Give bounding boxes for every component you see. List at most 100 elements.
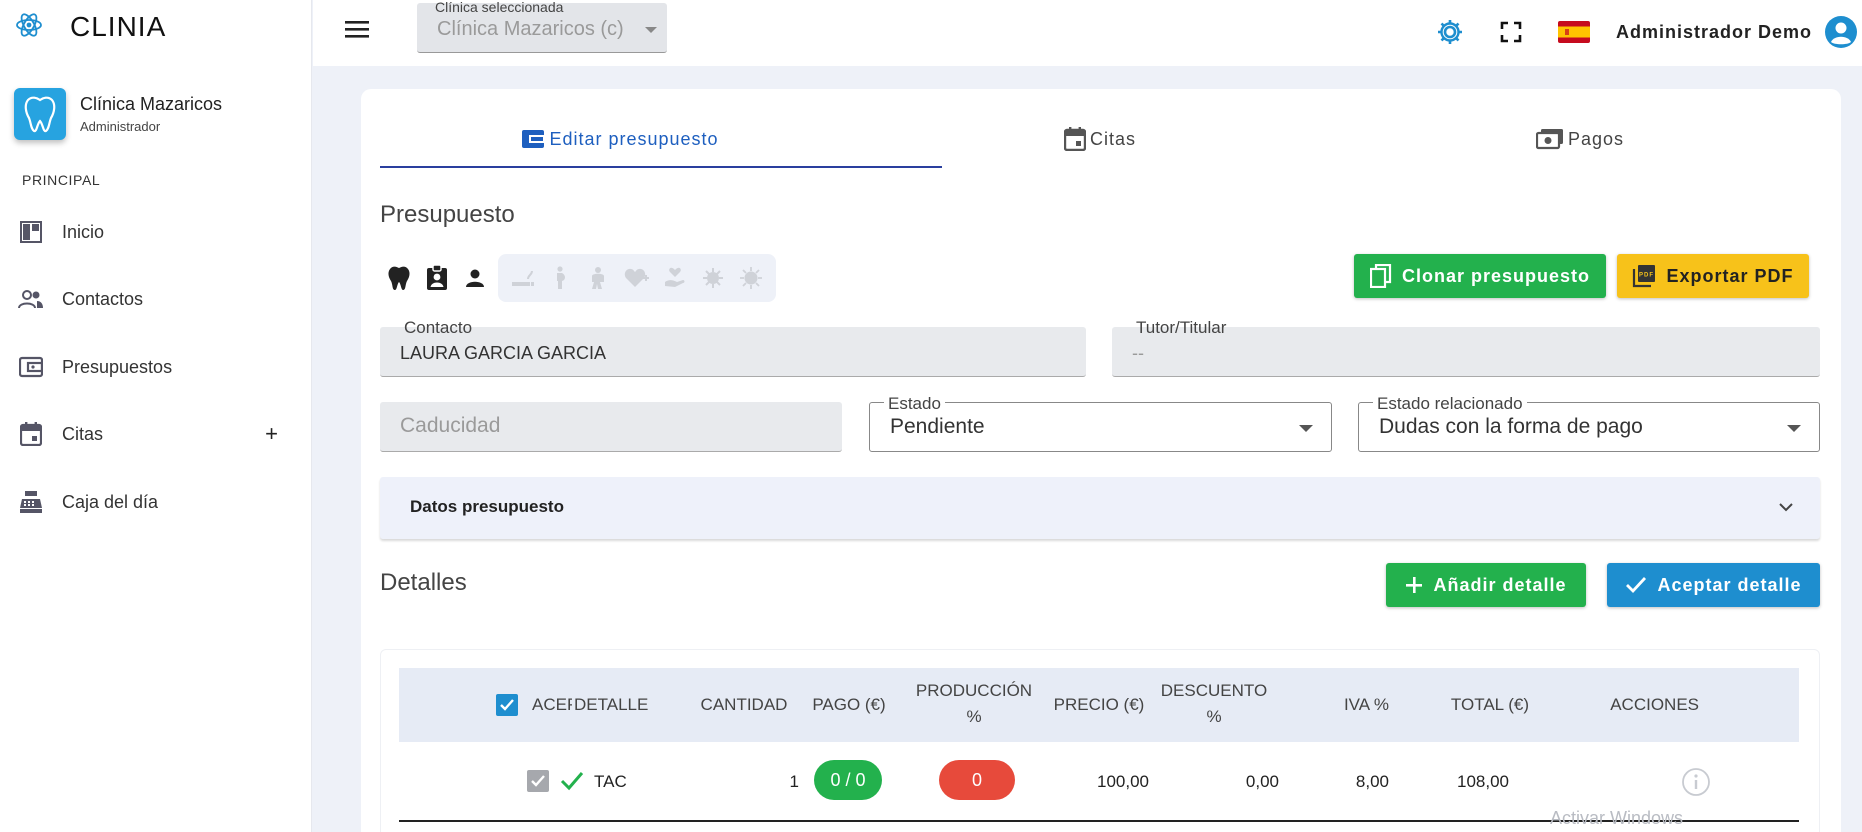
cell-descuento: 0,00	[1245, 772, 1279, 791]
add-detail-button[interactable]: Añadir detalle	[1386, 563, 1586, 607]
sidebar-item-contactos[interactable]: Contactos	[18, 279, 288, 319]
tooth-logo-icon	[14, 88, 66, 140]
header-actions: Administrador Demo	[1436, 12, 1862, 52]
header-pago: PAGO (€)	[812, 695, 886, 714]
header-descuento-unit: %	[1206, 707, 1222, 726]
field-label: Estado	[884, 394, 945, 414]
brand[interactable]: CLINIA	[14, 8, 166, 46]
sidebar-item-presupuestos[interactable]: Presupuestos	[18, 347, 288, 387]
atom-icon	[14, 10, 44, 45]
contact-field[interactable]: Contacto LAURA GARCIA GARCIA	[380, 318, 1086, 377]
caret-down-icon	[1299, 425, 1313, 432]
accept-detail-button[interactable]: Aceptar detalle	[1607, 563, 1820, 607]
main-card: Editar presupuesto Citas Pagos Presupues…	[361, 89, 1841, 832]
dashboard-icon	[18, 219, 44, 245]
spain-flag-icon[interactable]	[1557, 21, 1590, 43]
header-produccion: PRODUCCIÓN	[915, 681, 1033, 700]
wallet-icon	[18, 354, 44, 380]
caducidad-placeholder: Caducidad	[400, 414, 501, 437]
caducidad-field[interactable]: Caducidad	[380, 402, 842, 452]
tab-label: Pagos	[1567, 128, 1625, 149]
tabs: Editar presupuesto Citas Pagos	[380, 119, 1820, 159]
sidebar-item-label: Citas	[62, 423, 104, 444]
section-title: PRINCIPAL	[22, 172, 101, 188]
pdf-icon: PDF	[1632, 264, 1656, 288]
fullscreen-icon[interactable]	[1500, 21, 1522, 43]
user-name[interactable]: Administrador Demo	[1616, 22, 1812, 43]
export-pdf-button[interactable]: PDF Exportar PDF	[1617, 254, 1809, 298]
check-icon	[1625, 576, 1647, 594]
clinic-select-value: Clínica Mazaricos (c)	[437, 18, 624, 40]
clinic-select[interactable]: Clínica seleccionada Clínica Mazaricos (…	[417, 0, 667, 53]
tab-citas[interactable]: Citas	[860, 119, 1340, 159]
smoking-icon	[504, 254, 542, 302]
sidebar-item-label: Inicio	[62, 221, 105, 242]
button-label: Exportar PDF	[1666, 265, 1794, 286]
calendar-icon	[1063, 127, 1086, 151]
cell-cantidad: 1	[789, 772, 799, 791]
header-produccion-unit: %	[966, 707, 982, 726]
estado-relacionado-select[interactable]: Estado relacionado Dudas con la forma de…	[1358, 394, 1820, 452]
sidebar-item-label: Presupuestos	[62, 356, 173, 377]
select-all-checkbox[interactable]	[496, 694, 518, 716]
tab-editar-presupuesto[interactable]: Editar presupuesto	[380, 119, 860, 159]
cell-iva: 8,00	[1355, 772, 1389, 791]
sidebar-item-caja[interactable]: Caja del día	[18, 482, 288, 522]
windows-activation-watermark: Activar Windows	[1550, 808, 1684, 828]
tutor-field[interactable]: Tutor/Titular --	[1112, 318, 1820, 377]
cell-precio: 100,00	[1097, 772, 1149, 791]
clinic-role: Administrador	[80, 119, 161, 134]
caret-down-icon	[1787, 425, 1801, 432]
tab-pagos[interactable]: Pagos	[1340, 119, 1820, 159]
chevron-down-icon	[1778, 499, 1794, 517]
field-label: Tutor/Titular	[1136, 318, 1227, 337]
header-acciones: ACCIONES	[1610, 695, 1699, 714]
detalles-table: ACEP DETALLE CANTIDAD PAGO (€) PRODUCCIÓ…	[380, 649, 1820, 832]
brand-name: CLINIA	[70, 11, 167, 42]
active-tab-indicator	[380, 166, 942, 168]
person-icon[interactable]	[456, 254, 494, 302]
header-detalle: DETALLE	[574, 695, 649, 714]
header-precio: PRECIO (€)	[1053, 695, 1145, 714]
people-icon	[18, 286, 44, 312]
button-label: Añadir detalle	[1433, 574, 1567, 595]
cash-register-icon	[18, 489, 44, 515]
datos-presupuesto-accordion[interactable]: Datos presupuesto	[380, 477, 1820, 539]
row-checkbox[interactable]	[527, 770, 549, 792]
sidebar-item-citas[interactable]: Citas +	[18, 414, 288, 454]
gear-icon[interactable]	[1436, 18, 1464, 46]
sidebar-item-inicio[interactable]: Inicio	[18, 212, 288, 252]
copy-icon	[1369, 264, 1392, 288]
sidebar: CLINIA Clínica Mazaricos Administrador P…	[0, 0, 312, 832]
estado-value: Pendiente	[890, 415, 985, 438]
pago-badge[interactable]: 0 / 0	[814, 760, 882, 800]
info-icon[interactable]	[1681, 767, 1711, 802]
header-cantidad: CANTIDAD	[700, 695, 788, 714]
clone-presupuesto-button[interactable]: Clonar presupuesto	[1354, 254, 1606, 298]
plus-icon	[1405, 576, 1423, 594]
sidebar-item-label: Caja del día	[62, 491, 159, 512]
add-cita-button[interactable]: +	[265, 421, 278, 447]
clinic-card: Clínica Mazaricos Administrador	[14, 88, 222, 140]
allergy-icon	[732, 254, 770, 302]
field-label: Contacto	[404, 318, 473, 337]
account-circle-icon[interactable]	[1824, 15, 1858, 49]
estado-select[interactable]: Estado Pendiente	[869, 394, 1332, 452]
caret-down-icon	[645, 27, 657, 33]
clipboard-account-icon[interactable]	[418, 254, 456, 302]
menu-icon[interactable]	[343, 18, 371, 42]
produccion-badge[interactable]: 0	[939, 760, 1015, 800]
heart-plus-icon	[618, 254, 656, 302]
pregnant-icon	[542, 254, 580, 302]
tooth-icon[interactable]	[380, 254, 418, 302]
top-header: Clínica seleccionada Clínica Mazaricos (…	[313, 0, 1862, 66]
wallet-icon	[521, 128, 546, 150]
patient-indicators	[380, 254, 776, 302]
virus-icon	[694, 254, 732, 302]
tab-label: Editar presupuesto	[549, 128, 719, 149]
button-label: Clonar presupuesto	[1401, 265, 1591, 286]
payments-icon	[1535, 128, 1564, 150]
clinic-name: Clínica Mazaricos	[80, 94, 223, 114]
contact-value: LAURA GARCIA GARCIA	[400, 343, 607, 363]
field-label: Estado relacionado	[1373, 394, 1527, 414]
